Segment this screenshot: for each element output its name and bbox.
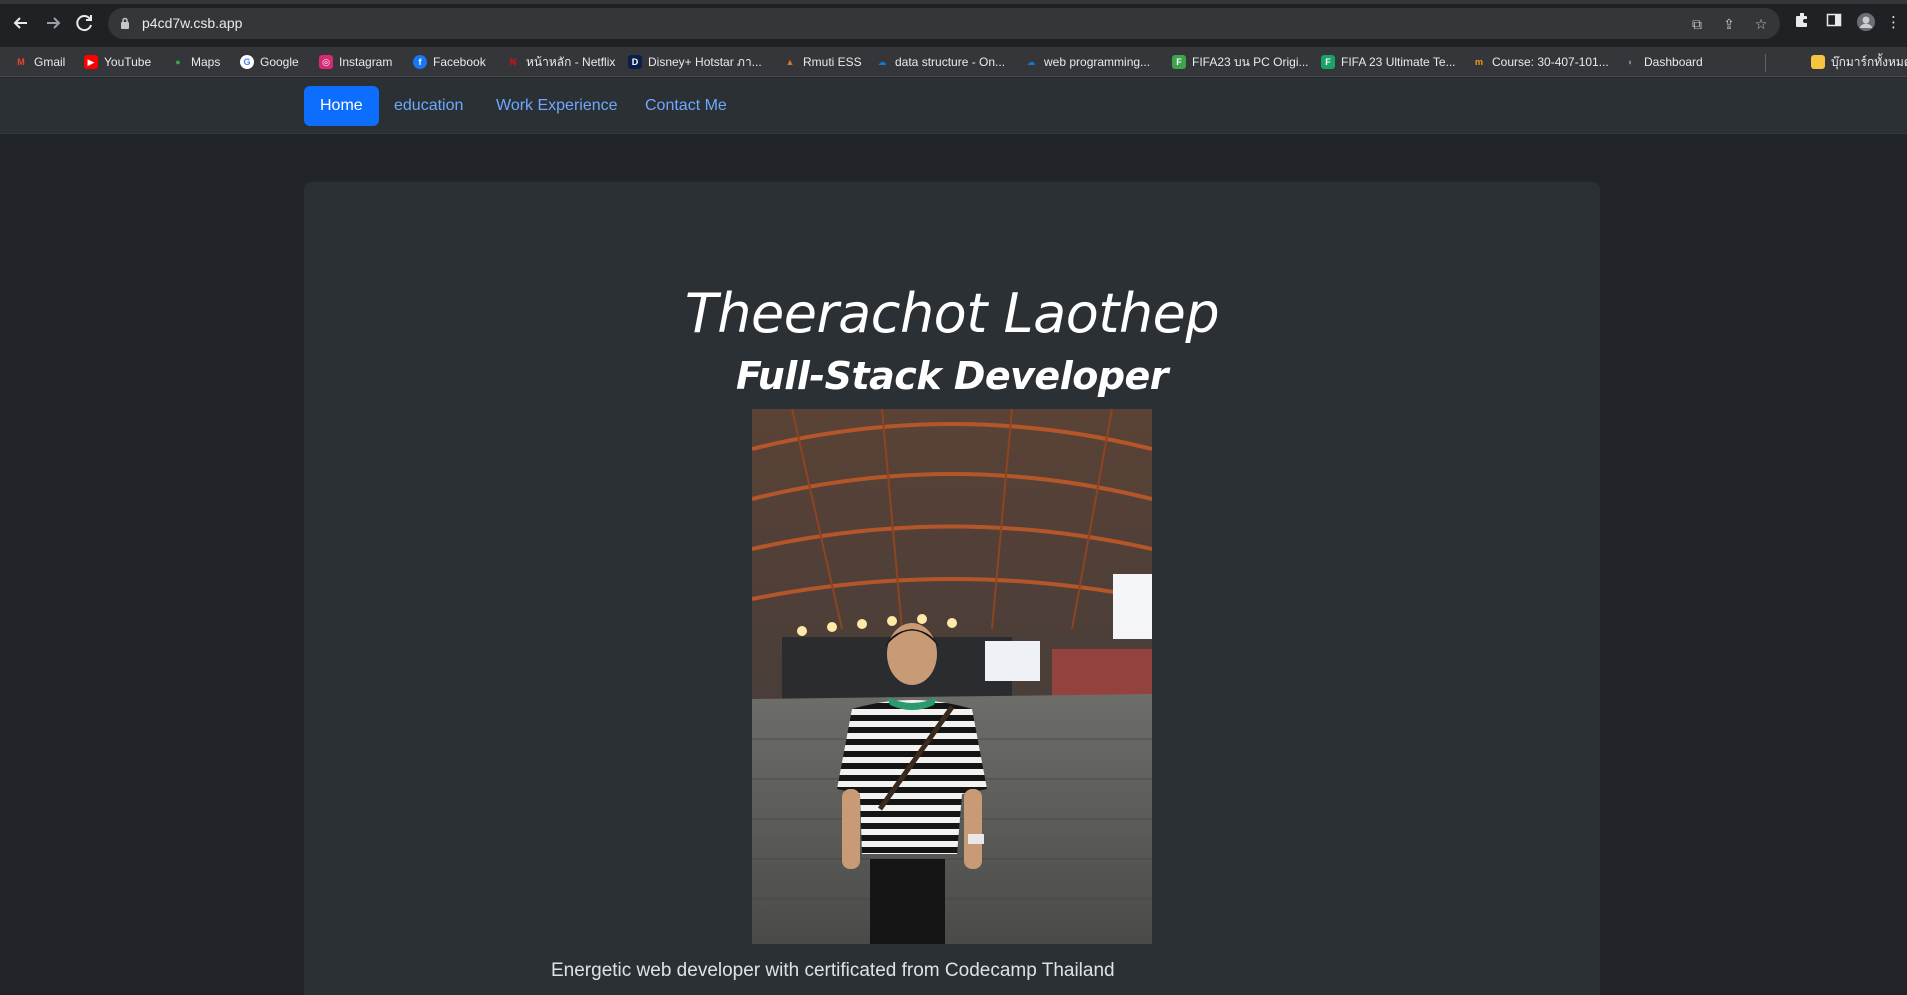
bookmark-maps[interactable]: ● Maps [171,52,220,72]
bookmark-data-structure[interactable]: ☁ data structure - On... [875,52,1006,72]
bookmark-label: Google [260,55,299,69]
bookmark-instagram[interactable]: ◎ Instagram [319,52,392,72]
star-bookmark-icon[interactable]: ☆ [1752,15,1770,33]
bookmark-label: Gmail [34,55,66,69]
browser-toolbar: p4cd7w.csb.app ⧉ ⇪ ☆ ⋮ [0,0,1907,47]
bookmark-facebook[interactable]: f Facebook [413,52,486,72]
bookmark-label: บุ๊กมาร์กทั้งหมด [1831,54,1907,69]
gmail-icon: M [17,57,25,67]
bookmark-rmuti-ess[interactable]: ▲ Rmuti ESS [783,52,862,72]
bookmark-label: Disney+ Hotstar ภา... [648,54,762,69]
youtube-icon: ▶ [84,55,98,69]
nav-link-home[interactable]: Home [304,86,379,126]
folder-icon [1811,55,1825,69]
profile-avatar[interactable] [1855,12,1877,34]
maps-pin-icon: ● [175,57,181,67]
bookmark-label: YouTube [104,55,152,69]
instagram-icon: ◎ [319,55,333,69]
bookmark-label: Instagram [339,55,393,69]
bookmark-label: Rmuti ESS [803,55,862,69]
bookmark-label: FIFA 23 Ultimate Te... [1341,55,1456,69]
reload-icon[interactable] [74,12,96,34]
bookmark-label: Facebook [433,55,486,69]
back-arrow-icon[interactable] [10,12,32,34]
nav-link-education[interactable]: education [378,86,479,126]
rmuti-icon: ▲ [785,57,795,67]
bookmark-fifa23-pc[interactable]: F FIFA23 บน PC Origi... [1172,52,1309,72]
hero-card: Theerachot Laothep Full-Stack Developer [304,182,1600,995]
share-icon[interactable]: ⇪ [1720,15,1738,33]
hero-bio: Energetic web developer with certificate… [551,960,1115,981]
bookmark-label: หน้าหลัก - Netflix [526,54,616,69]
fifa-icon: F [1172,55,1186,69]
bookmark-web-programming[interactable]: ☁ web programming... [1024,52,1151,72]
hotstar-icon: D [628,55,642,69]
lock-icon[interactable] [120,16,130,29]
bookmark-disney-hotstar[interactable]: D Disney+ Hotstar ภา... [628,52,762,72]
profile-photo [752,409,1152,944]
bookmark-netflix[interactable]: N หน้าหลัก - Netflix [506,52,616,72]
bookmark-label: Course: 30-407-101... [1492,55,1609,69]
onedrive-cloud-icon: ☁ [877,57,887,67]
netflix-icon: N [509,57,517,67]
bookmark-youtube[interactable]: ▶ YouTube [84,52,151,72]
bookmark-label: FIFA23 บน PC Origi... [1192,54,1309,69]
bookmark-gmail[interactable]: M Gmail [14,52,65,72]
forward-arrow-icon[interactable] [42,12,64,34]
facebook-icon: f [413,55,427,69]
hero-name: Theerachot Laothep [684,282,1220,345]
dashboard-icon: ◐ [1628,57,1634,67]
bookmark-dashboard[interactable]: ◐ Dashboard [1624,52,1703,72]
nav-link-contact-me[interactable]: Contact Me [629,86,743,126]
nav-link-work-experience[interactable]: Work Experience [480,86,634,126]
moodle-icon: m [1474,57,1483,67]
bookmark-label: data structure - On... [895,55,1006,69]
futbin-icon: F [1321,55,1335,69]
google-icon: G [240,55,254,69]
side-panel-icon[interactable] [1823,12,1845,34]
bookmark-label: web programming... [1044,55,1151,69]
bookmark-course[interactable]: m Course: 30-407-101... [1472,52,1609,72]
bookmark-fifa23-ultimate[interactable]: F FIFA 23 Ultimate Te... [1321,52,1456,72]
bookmark-label: Dashboard [1644,55,1703,69]
bookmark-label: Maps [191,55,221,69]
translate-icon[interactable]: ⧉ [1688,15,1706,33]
address-bar[interactable]: p4cd7w.csb.app ⧉ ⇪ ☆ [108,8,1780,39]
tab-strip [0,0,1907,4]
url-text[interactable]: p4cd7w.csb.app [142,15,242,31]
site-navbar: Home education Work Experience Contact M… [0,78,1907,134]
bookmarks-divider [1765,54,1766,72]
hero-role: Full-Stack Developer [735,354,1169,398]
onedrive-cloud-icon: ☁ [1026,57,1036,67]
bookmarks-bar: M Gmail ▶ YouTube ● Maps G Google ◎ Inst… [0,47,1907,77]
extensions-icon[interactable] [1791,12,1813,34]
bookmark-google[interactable]: G Google [240,52,299,72]
more-menu-icon[interactable]: ⋮ [1886,12,1901,34]
bookmark-all-bookmarks[interactable]: บุ๊กมาร์กทั้งหมด [1811,52,1907,72]
